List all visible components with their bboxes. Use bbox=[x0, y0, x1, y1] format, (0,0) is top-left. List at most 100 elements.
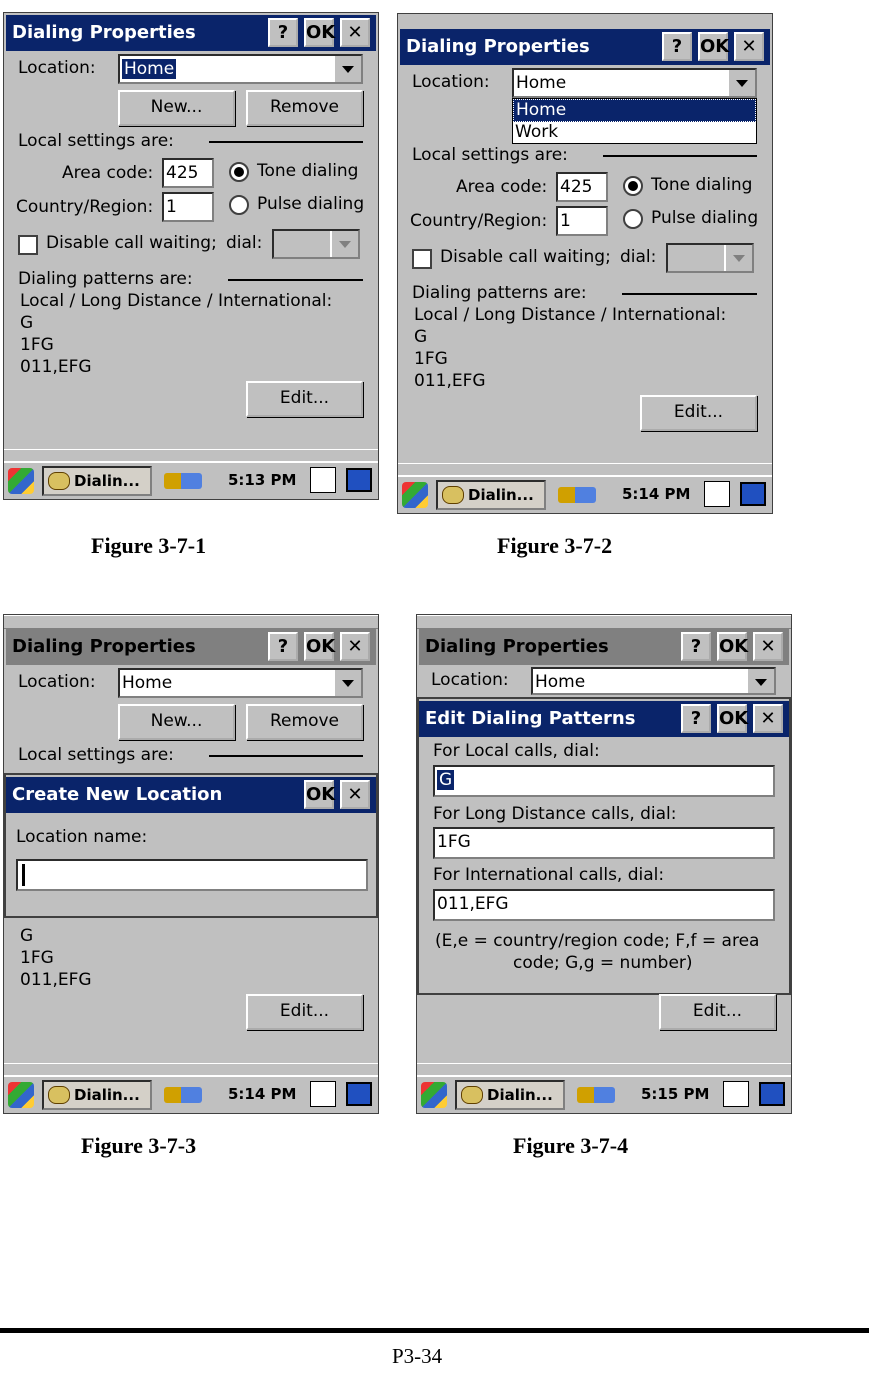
desktop-icon[interactable] bbox=[346, 468, 372, 492]
taskbar-clock[interactable]: 5:15 PM bbox=[641, 1077, 709, 1111]
taskbar-clock[interactable]: 5:14 PM bbox=[228, 1077, 296, 1111]
input-panel-icon[interactable] bbox=[310, 1081, 336, 1107]
tone-dialing-radio[interactable] bbox=[623, 176, 643, 196]
input-panel-icon[interactable] bbox=[723, 1081, 749, 1107]
help-button[interactable]: ? bbox=[662, 32, 692, 61]
close-button[interactable]: ✕ bbox=[734, 32, 764, 61]
country-code-input[interactable]: 1 bbox=[162, 192, 214, 222]
location-dropdown[interactable]: Home bbox=[118, 668, 363, 698]
taskbar-dialing-task[interactable]: Dialin... bbox=[42, 466, 152, 496]
pattern-long-distance: 1FG bbox=[414, 349, 448, 369]
international-calls-input[interactable]: 011,EFG bbox=[433, 889, 775, 921]
international-calls-label: For International calls, dial: bbox=[433, 865, 665, 885]
location-options-list[interactable]: Home Work bbox=[512, 98, 757, 144]
desktop-icon[interactable] bbox=[740, 482, 766, 506]
input-panel-icon[interactable] bbox=[310, 467, 336, 493]
help-button[interactable]: ? bbox=[268, 18, 298, 47]
location-option-home[interactable]: Home bbox=[513, 99, 756, 122]
location-label: Location: bbox=[18, 58, 96, 78]
help-button[interactable]: ? bbox=[268, 632, 298, 661]
screenshot-figure-4: Dialing Properties ? OK ✕ Location: Home… bbox=[416, 614, 792, 1114]
phone-icon bbox=[442, 486, 464, 504]
chevron-down-icon[interactable] bbox=[333, 670, 361, 696]
edit-button[interactable]: Edit... bbox=[640, 395, 757, 431]
location-name-input[interactable] bbox=[16, 859, 368, 891]
edit-button[interactable]: Edit... bbox=[659, 994, 776, 1030]
scrollbar[interactable] bbox=[417, 615, 791, 629]
scrollbar[interactable] bbox=[4, 615, 378, 629]
close-button[interactable]: ✕ bbox=[340, 632, 370, 661]
country-code-input[interactable]: 1 bbox=[556, 206, 608, 236]
chevron-down-icon[interactable] bbox=[746, 669, 774, 693]
network-icon[interactable] bbox=[164, 1087, 202, 1103]
ok-button[interactable]: OK bbox=[304, 18, 335, 47]
close-button[interactable]: ✕ bbox=[340, 780, 370, 809]
start-icon[interactable] bbox=[8, 1082, 34, 1108]
disable-call-waiting-checkbox[interactable] bbox=[412, 249, 432, 269]
start-icon[interactable] bbox=[421, 1082, 447, 1108]
close-button[interactable]: ✕ bbox=[340, 18, 370, 47]
window-title: Dialing Properties bbox=[425, 636, 609, 657]
pulse-dialing-label: Pulse dialing bbox=[651, 208, 759, 228]
pattern-help-line-2: code; G,g = number) bbox=[513, 953, 693, 973]
dialog-title: Create New Location bbox=[12, 784, 223, 805]
taskbar-dialing-task[interactable]: Dialin... bbox=[42, 1080, 152, 1110]
pulse-dialing-radio[interactable] bbox=[623, 209, 643, 229]
edit-button[interactable]: Edit... bbox=[246, 994, 363, 1030]
area-code-input[interactable]: 425 bbox=[556, 172, 608, 202]
pulse-dialing-radio[interactable] bbox=[229, 195, 249, 215]
desktop-icon[interactable] bbox=[346, 1082, 372, 1106]
chevron-down-icon[interactable] bbox=[333, 56, 361, 82]
start-icon[interactable] bbox=[8, 468, 34, 494]
new-button[interactable]: New... bbox=[118, 90, 235, 126]
new-button[interactable]: New... bbox=[118, 704, 235, 740]
taskbar-dialing-task[interactable]: Dialin... bbox=[436, 480, 546, 510]
remove-button[interactable]: Remove bbox=[246, 90, 363, 126]
disable-call-waiting-checkbox[interactable] bbox=[18, 235, 38, 255]
caption-figure-1: Figure 3-7-1 bbox=[91, 533, 207, 558]
dialing-patterns-label: Dialing patterns are: bbox=[18, 269, 193, 289]
start-icon[interactable] bbox=[402, 482, 428, 508]
ok-button[interactable]: OK bbox=[304, 632, 335, 661]
location-label: Location: bbox=[18, 672, 96, 692]
window-titlebar: Dialing Properties ? OK ✕ bbox=[6, 629, 376, 665]
taskbar-dialing-task[interactable]: Dialin... bbox=[455, 1080, 565, 1110]
pattern-local: G bbox=[20, 926, 34, 946]
help-button[interactable]: ? bbox=[681, 632, 711, 661]
location-name-label: Location name: bbox=[16, 827, 148, 847]
disable-call-waiting-label: Disable call waiting; bbox=[46, 233, 217, 253]
call-waiting-code-dropdown[interactable] bbox=[272, 229, 360, 259]
taskbar-clock[interactable]: 5:14 PM bbox=[622, 477, 690, 511]
local-calls-input[interactable]: G bbox=[433, 765, 775, 797]
location-option-work[interactable]: Work bbox=[513, 122, 756, 143]
network-icon[interactable] bbox=[164, 473, 202, 489]
location-dropdown[interactable]: Home bbox=[512, 68, 757, 98]
close-button[interactable]: ✕ bbox=[753, 632, 783, 661]
divider bbox=[622, 293, 757, 295]
location-dropdown[interactable]: Home bbox=[118, 54, 363, 84]
location-value: Home bbox=[535, 672, 586, 692]
desktop-icon[interactable] bbox=[759, 1082, 785, 1106]
chevron-down-icon[interactable] bbox=[727, 70, 755, 96]
call-waiting-code-dropdown[interactable] bbox=[666, 243, 754, 273]
edit-button[interactable]: Edit... bbox=[246, 381, 363, 417]
input-panel-icon[interactable] bbox=[704, 481, 730, 507]
ok-button[interactable]: OK bbox=[717, 632, 748, 661]
network-icon[interactable] bbox=[558, 487, 596, 503]
ok-button[interactable]: OK bbox=[717, 704, 748, 733]
location-dropdown[interactable]: Home bbox=[531, 667, 776, 695]
window-titlebar: Dialing Properties ? OK ✕ bbox=[400, 29, 770, 65]
help-button[interactable]: ? bbox=[681, 704, 711, 733]
network-icon[interactable] bbox=[577, 1087, 615, 1103]
long-distance-calls-input[interactable]: 1FG bbox=[433, 827, 775, 859]
ok-button[interactable]: OK bbox=[698, 32, 729, 61]
taskbar: Dialin... 5:14 PM bbox=[4, 1075, 378, 1113]
location-value: Home bbox=[516, 73, 567, 93]
taskbar-clock[interactable]: 5:13 PM bbox=[228, 463, 296, 497]
tone-dialing-radio[interactable] bbox=[229, 162, 249, 182]
area-code-input[interactable]: 425 bbox=[162, 158, 214, 188]
ok-button[interactable]: OK bbox=[304, 780, 335, 809]
remove-button[interactable]: Remove bbox=[246, 704, 363, 740]
location-label: Location: bbox=[431, 670, 509, 690]
close-button[interactable]: ✕ bbox=[753, 704, 783, 733]
